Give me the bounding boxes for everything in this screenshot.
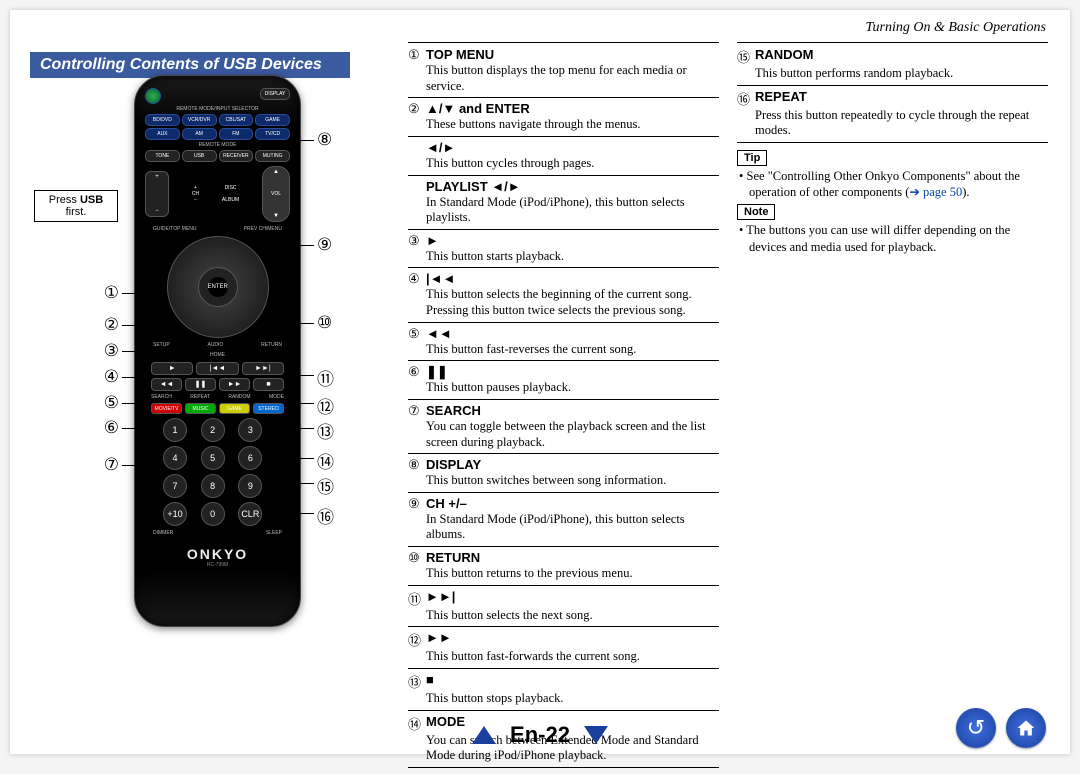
mode-btn: BD/DVD <box>145 114 180 126</box>
num-btn: 3 <box>238 418 262 442</box>
remote-diagram: Press USB first. DISPLAY REMOTE MODE/INP… <box>34 55 394 655</box>
ff-icon: ►► <box>219 378 250 391</box>
mode-btn: GAME <box>255 114 290 126</box>
note-label: Note <box>737 204 775 220</box>
desc-item: ⑧DISPLAY This button switches between so… <box>408 457 719 493</box>
mode-btn: VCR/DVR <box>182 114 217 126</box>
callout-right: ⑯ <box>317 503 347 528</box>
note-text: The buttons you can use will differ depe… <box>749 222 1048 255</box>
desc-item: ②▲/▼ and ENTER These buttons navigate th… <box>408 101 719 137</box>
desc-item: ④|◄◄ This button selects the beginning o… <box>408 271 719 322</box>
brand: ONKYO <box>143 546 292 562</box>
mode-btn: TV/CD <box>255 128 290 140</box>
num-btn: 7 <box>163 474 187 498</box>
callout-right: ⑮ <box>317 473 347 498</box>
desc-item: ⑯REPEAT Press this button repeatedly to … <box>737 89 1048 143</box>
pause-icon: ❚❚ <box>185 378 216 391</box>
num-btn: 1 <box>163 418 187 442</box>
page-number: En-22 <box>510 722 570 748</box>
desc-item: ①TOP MENU This button displays the top m… <box>408 47 719 98</box>
desc-item: ③► This button starts playback. <box>408 233 719 269</box>
callout-right: ⑩ <box>317 313 347 333</box>
mode-btn: AUX <box>145 128 180 140</box>
color-btn: MUSIC <box>185 403 216 414</box>
desc-item: ⑫►► This button fast-forwards the curren… <box>408 630 719 669</box>
num-btn: 6 <box>238 446 262 470</box>
num-btn: 4 <box>163 446 187 470</box>
description-col-2: ⑮RANDOM This button performs random play… <box>737 42 1048 771</box>
color-btn: GAME <box>219 403 250 414</box>
num-btn: 9 <box>238 474 262 498</box>
page-ref-link[interactable]: ➔ page 50 <box>909 185 962 199</box>
color-btn: STEREO <box>253 403 284 414</box>
rew-icon: ◄◄ <box>151 378 182 391</box>
display-btn: DISPLAY <box>260 88 290 100</box>
callout-left: ⑦ <box>89 455 119 475</box>
num-btn: 0 <box>201 502 225 526</box>
prev-icon: |◄◄ <box>196 362 238 375</box>
tip-text: See "Controlling Other Onkyo Components"… <box>749 168 1048 201</box>
selector-label: REMOTE MODE/INPUT SELECTOR <box>143 106 292 112</box>
mode-btn: CBL/SAT <box>219 114 254 126</box>
tone-rocker: +− <box>145 171 169 217</box>
callout-right: ⑭ <box>317 448 347 473</box>
back-icon[interactable]: ↺ <box>956 708 996 748</box>
tip-label: Tip <box>737 150 767 166</box>
next-icon: ►►| <box>242 362 284 375</box>
num-btn: +10 <box>163 502 187 526</box>
callout-left: ② <box>89 315 119 335</box>
desc-item: ⑬■ This button stops playback. <box>408 672 719 711</box>
num-btn: CLR <box>238 502 262 526</box>
page-footer: En-22 <box>10 722 1070 748</box>
callout-left: ④ <box>89 367 119 387</box>
mode-btn: USB <box>182 150 217 162</box>
callout-right: ⑨ <box>317 235 347 255</box>
description-col-1: ①TOP MENU This button displays the top m… <box>408 42 719 771</box>
color-btn: MOVIE/TV <box>151 403 182 414</box>
mode-btn: FM <box>219 128 254 140</box>
mode-btn: AM <box>182 128 217 140</box>
callout-left: ① <box>89 283 119 303</box>
callout-left: ③ <box>89 341 119 361</box>
desc-item: ⑦SEARCH You can toggle between the playb… <box>408 403 719 454</box>
callout-left: ⑤ <box>89 393 119 413</box>
home-icon[interactable] <box>1006 708 1046 748</box>
press-usb-callout: Press USB first. <box>34 190 118 222</box>
mode-btn: TONE <box>145 150 180 162</box>
mode-btn: MUTING <box>255 150 290 162</box>
num-btn: 8 <box>201 474 225 498</box>
header-section: Turning On & Basic Operations <box>866 20 1046 36</box>
prev-page-icon[interactable] <box>472 726 496 744</box>
desc-item: ⑥❚❚ This button pauses playback. <box>408 364 719 400</box>
vol-rocker: ▲VOL▼ <box>262 166 290 222</box>
next-page-icon[interactable] <box>584 726 608 744</box>
desc-item: ⑩RETURN This button returns to the previ… <box>408 550 719 586</box>
desc-item: ⑤◄◄ This button fast-reverses the curren… <box>408 326 719 362</box>
power-icon <box>145 88 161 104</box>
callout-right: ⑧ <box>317 130 347 150</box>
play-icon: ► <box>151 362 193 375</box>
desc-item: ⑨CH +/– In Standard Mode (iPod/iPhone), … <box>408 496 719 547</box>
remote-body: DISPLAY REMOTE MODE/INPUT SELECTOR BD/DV… <box>134 75 301 627</box>
desc-item: ◄/► This button cycles through pages. <box>408 140 719 176</box>
num-btn: 2 <box>201 418 225 442</box>
desc-item: PLAYLIST ◄/► In Standard Mode (iPod/iPho… <box>408 179 719 230</box>
desc-item: ⑮RANDOM This button performs random play… <box>737 47 1048 86</box>
mode-btn: RECEIVER <box>219 150 254 162</box>
callout-right: ⑫ <box>317 393 347 418</box>
callout-right: ⑬ <box>317 418 347 443</box>
dpad: ENTER <box>167 236 269 338</box>
stop-icon: ■ <box>253 378 284 391</box>
callout-right: ⑪ <box>317 365 347 390</box>
callout-left: ⑥ <box>89 418 119 438</box>
num-btn: 5 <box>201 446 225 470</box>
desc-item: ⑪►►| This button selects the next song. <box>408 589 719 628</box>
